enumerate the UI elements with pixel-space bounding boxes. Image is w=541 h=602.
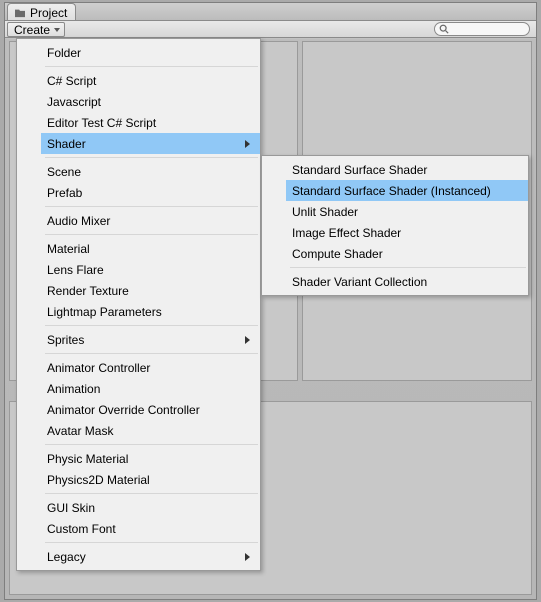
create-menu-item-custom-font[interactable]: Custom Font <box>41 518 260 539</box>
create-menu-item-c-script[interactable]: C# Script <box>41 70 260 91</box>
menu-item-label: Render Texture <box>47 284 129 298</box>
search-input[interactable] <box>434 22 530 36</box>
create-menu-item-physics2d-material[interactable]: Physics2D Material <box>41 469 260 490</box>
create-menu-item-animation[interactable]: Animation <box>41 378 260 399</box>
create-menu-item-material[interactable]: Material <box>41 238 260 259</box>
create-menu-item-sprites[interactable]: Sprites <box>41 329 260 350</box>
menu-item-label: Material <box>47 242 90 256</box>
create-menu-separator <box>45 325 258 326</box>
chevron-right-icon <box>245 553 250 561</box>
create-menu-item-legacy[interactable]: Legacy <box>41 546 260 567</box>
shader-submenu-item-shader-variant-collection[interactable]: Shader Variant Collection <box>286 271 528 292</box>
create-menu-item-lightmap-parameters[interactable]: Lightmap Parameters <box>41 301 260 322</box>
search-icon <box>439 24 449 34</box>
create-menu-separator <box>45 353 258 354</box>
menu-item-label: Physics2D Material <box>47 473 150 487</box>
menu-item-label: Animator Controller <box>47 361 150 375</box>
menu-item-label: Avatar Mask <box>47 424 113 438</box>
create-menu-item-avatar-mask[interactable]: Avatar Mask <box>41 420 260 441</box>
create-menu-item-animator-override-controller[interactable]: Animator Override Controller <box>41 399 260 420</box>
menu-item-label: Javascript <box>47 95 101 109</box>
create-menu-separator <box>45 234 258 235</box>
menu-item-label: Prefab <box>47 186 82 200</box>
shader-submenu-item-compute-shader[interactable]: Compute Shader <box>286 243 528 264</box>
menu-item-label: Unlit Shader <box>292 205 358 219</box>
create-menu-item-folder[interactable]: Folder <box>41 42 260 63</box>
menu-item-label: Lightmap Parameters <box>47 305 162 319</box>
create-menu: Folder C# Script Javascript Editor Test C# … <box>16 38 261 571</box>
menu-item-label: Audio Mixer <box>47 214 110 228</box>
project-tab[interactable]: Project <box>7 3 76 20</box>
menu-item-label: Physic Material <box>47 452 128 466</box>
create-menu-item-lens-flare[interactable]: Lens Flare <box>41 259 260 280</box>
create-menu-item-scene[interactable]: Scene <box>41 161 260 182</box>
toolbar: Create <box>5 21 536 38</box>
menu-item-label: Standard Surface Shader <box>292 163 427 177</box>
menu-item-label: Legacy <box>47 550 86 564</box>
project-tab-label: Project <box>30 6 67 20</box>
menu-item-label: Lens Flare <box>47 263 104 277</box>
menu-item-label: Sprites <box>47 333 84 347</box>
create-button-label: Create <box>14 23 50 37</box>
chevron-right-icon <box>245 336 250 344</box>
menu-item-label: C# Script <box>47 74 96 88</box>
create-menu-item-render-texture[interactable]: Render Texture <box>41 280 260 301</box>
menu-item-label: Folder <box>47 46 81 60</box>
create-menu-item-audio-mixer[interactable]: Audio Mixer <box>41 210 260 231</box>
create-menu-item-editor-test-c-script[interactable]: Editor Test C# Script <box>41 112 260 133</box>
menu-item-label: Custom Font <box>47 522 116 536</box>
menu-item-label: Shader Variant Collection <box>292 275 427 289</box>
create-menu-separator <box>45 66 258 67</box>
folder-icon <box>14 8 26 18</box>
shader-submenu-item-image-effect-shader[interactable]: Image Effect Shader <box>286 222 528 243</box>
create-menu-separator <box>45 493 258 494</box>
create-menu-item-physic-material[interactable]: Physic Material <box>41 448 260 469</box>
menu-item-label: Compute Shader <box>292 247 383 261</box>
dropdown-triangle-icon <box>54 28 60 32</box>
create-menu-item-prefab[interactable]: Prefab <box>41 182 260 203</box>
tab-bar: Project <box>5 3 536 21</box>
shader-submenu-item-standard-surface-shader[interactable]: Standard Surface Shader <box>286 159 528 180</box>
create-menu-separator <box>45 206 258 207</box>
chevron-right-icon <box>245 140 250 148</box>
menu-item-label: Animator Override Controller <box>47 403 200 417</box>
create-menu-item-animator-controller[interactable]: Animator Controller <box>41 357 260 378</box>
menu-item-label: Shader <box>47 137 86 151</box>
shader-submenu: Standard Surface Shader Standard Surface … <box>261 155 529 296</box>
create-menu-separator <box>45 157 258 158</box>
shader-submenu-item-standard-surface-shader-instanced[interactable]: Standard Surface Shader (Instanced) <box>286 180 528 201</box>
menu-item-label: Image Effect Shader <box>292 226 401 240</box>
create-menu-separator <box>45 542 258 543</box>
shader-submenu-item-unlit-shader[interactable]: Unlit Shader <box>286 201 528 222</box>
create-menu-item-javascript[interactable]: Javascript <box>41 91 260 112</box>
create-menu-separator <box>45 444 258 445</box>
shader-submenu-separator <box>290 267 526 268</box>
search-wrap <box>434 22 530 36</box>
menu-item-label: Editor Test C# Script <box>47 116 156 130</box>
menu-item-label: Scene <box>47 165 81 179</box>
create-button[interactable]: Create <box>7 22 65 37</box>
menu-item-label: GUI Skin <box>47 501 95 515</box>
menu-item-label: Animation <box>47 382 100 396</box>
menu-item-label: Standard Surface Shader (Instanced) <box>292 184 491 198</box>
create-menu-item-shader[interactable]: Shader <box>41 133 260 154</box>
create-menu-item-gui-skin[interactable]: GUI Skin <box>41 497 260 518</box>
